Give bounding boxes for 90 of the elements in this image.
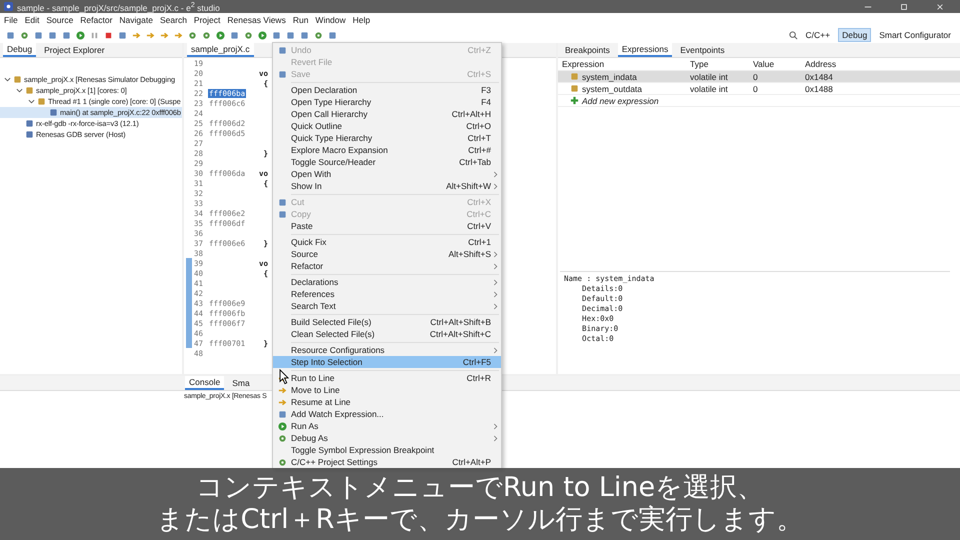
column-header[interactable]: Value — [749, 59, 801, 69]
menu-item[interactable]: Run to Line Ctrl+R — [273, 372, 501, 384]
perspective-button[interactable]: C/C++ — [802, 29, 834, 41]
menu-item[interactable]: Open With — [273, 168, 501, 180]
view-tab[interactable]: Breakpoints — [561, 44, 614, 56]
table-cell-text: 0 — [752, 84, 759, 94]
search-icon[interactable] — [788, 30, 798, 40]
arrow-icon — [174, 30, 183, 40]
menu-item[interactable]: Step Into Selection Ctrl+F5 — [273, 356, 501, 368]
step-icon — [132, 30, 141, 40]
menu-item[interactable]: Move to Line — [273, 384, 501, 396]
menu-item[interactable]: Resume at Line — [273, 396, 501, 408]
menu-item[interactable]: References — [273, 288, 501, 300]
run-icon — [216, 30, 225, 40]
plus-icon — [570, 96, 579, 105]
step-icon — [278, 386, 286, 394]
step-icon — [160, 30, 169, 40]
pause-icon — [90, 30, 99, 40]
column-header[interactable]: Type — [686, 59, 749, 69]
table-cell-text: 0x1484 — [804, 72, 834, 82]
menu-item[interactable]: Declarations — [273, 276, 501, 288]
app-logo-icon — [4, 2, 13, 11]
step-icon — [146, 30, 155, 40]
menu-item[interactable]: Run — [292, 15, 308, 25]
menu-item[interactable]: Project — [194, 15, 220, 25]
perspective-button[interactable]: Smart Configurator — [876, 29, 954, 41]
menu-item[interactable]: Window — [315, 15, 346, 25]
mouse-pointer-icon — [279, 369, 290, 385]
menu-item[interactable]: File — [4, 15, 18, 25]
menu-item[interactable]: Toggle Source/Header Ctrl+Tab — [273, 156, 501, 168]
menu-item[interactable]: Search — [160, 15, 187, 25]
table-cell: system_outdata — [582, 84, 642, 94]
view-tab[interactable]: Project Explorer — [40, 44, 109, 56]
menu-item[interactable]: Refactor — [80, 15, 112, 25]
menu-item[interactable]: Quick Type Hierarchy Ctrl+T — [273, 132, 501, 144]
menu-item[interactable]: Open Call Hierarchy Ctrl+Alt+H — [273, 108, 501, 120]
column-header[interactable]: Address — [801, 59, 960, 69]
menu-item[interactable]: Explore Macro Expansion Ctrl+# — [273, 144, 501, 156]
menu-item[interactable]: Clean Selected File(s) Ctrl+Alt+Shift+C — [273, 328, 501, 340]
menu-item[interactable]: C/C++ Project Settings Ctrl+Alt+P — [273, 456, 501, 468]
play-icon — [258, 30, 267, 40]
menu-item[interactable]: Build Selected File(s) Ctrl+Alt+Shift+B — [273, 316, 501, 328]
menu-item[interactable]: Open Type Hierarchy F4 — [273, 96, 501, 108]
menu-item[interactable]: Renesas Views — [227, 15, 286, 25]
table-cell-text: volatile int — [689, 72, 729, 82]
subtitle-text: またはCtrl＋Rキーで、カーソル行まで実行します。 — [156, 504, 804, 536]
menu-item[interactable]: Edit — [24, 15, 40, 25]
chevron-icon[interactable] — [28, 98, 35, 105]
table-cell-text: volatile int — [689, 84, 729, 94]
expression-row[interactable]: system_outdata volatile int 0 0x1488 — [558, 83, 960, 95]
subtitle-text: コンテキストメニューでRun to Lineを選択、 — [196, 472, 764, 504]
menu-item[interactable]: Search Text — [273, 300, 501, 312]
play-icon — [76, 30, 85, 40]
menu-item[interactable]: Source — [46, 15, 74, 25]
menu-item[interactable]: Paste Ctrl+V — [273, 220, 501, 232]
step-icon — [278, 398, 286, 406]
column-header[interactable]: Expression — [558, 59, 686, 69]
add-expression-link[interactable]: Add new expression — [582, 96, 659, 106]
menu-item[interactable]: Navigate — [119, 15, 153, 25]
menu-item[interactable]: Refactor — [273, 260, 501, 272]
menu-item[interactable]: Source Alt+Shift+S — [273, 248, 501, 260]
menu-item[interactable]: Run As — [273, 420, 501, 432]
view-tab[interactable]: Console — [185, 376, 224, 390]
view-tab[interactable]: Debug — [3, 43, 36, 57]
menu-item[interactable]: Toggle Symbol Expression Breakpoint — [273, 444, 501, 456]
stop-icon — [104, 30, 113, 40]
table-cell: system_indata — [582, 72, 637, 82]
menu-item[interactable]: Resource Configurations — [273, 344, 501, 356]
maximize-icon[interactable] — [900, 2, 908, 10]
menu-item[interactable]: Help — [352, 15, 370, 25]
window-title: sample - sample_projX/src/sample_projX.c - e$^{2}$ studio — [17, 0, 220, 12]
table-cell-text: 0x1488 — [804, 84, 834, 94]
editor-tab[interactable]: sample_projX.c — [187, 43, 254, 57]
close-icon[interactable] — [936, 2, 944, 10]
menu-item[interactable]: Debug As — [273, 432, 501, 444]
table-cell-text: 0 — [752, 72, 759, 82]
chevron-icon — [493, 346, 498, 354]
perspective-button[interactable]: Debug — [838, 28, 872, 42]
view-tab[interactable]: Expressions — [618, 43, 672, 57]
menu-item[interactable]: Add Watch Expression... — [273, 408, 501, 420]
menu-item[interactable]: Quick Outline Ctrl+O — [273, 120, 501, 132]
run-icon — [278, 422, 286, 430]
chevron-icon[interactable] — [16, 87, 23, 94]
view-tab[interactable]: Eventpoints — [676, 44, 729, 56]
menu-item[interactable]: Show In Alt+Shift+W — [273, 180, 501, 192]
menu-item[interactable]: Open Declaration F3 — [273, 84, 501, 96]
expression-row[interactable]: system_indata volatile int 0 0x1484 — [558, 71, 960, 83]
view-tab[interactable]: Sma — [228, 377, 254, 389]
chevron-icon[interactable] — [4, 76, 11, 83]
menu-item[interactable]: Quick Fix Ctrl+1 — [273, 236, 501, 248]
